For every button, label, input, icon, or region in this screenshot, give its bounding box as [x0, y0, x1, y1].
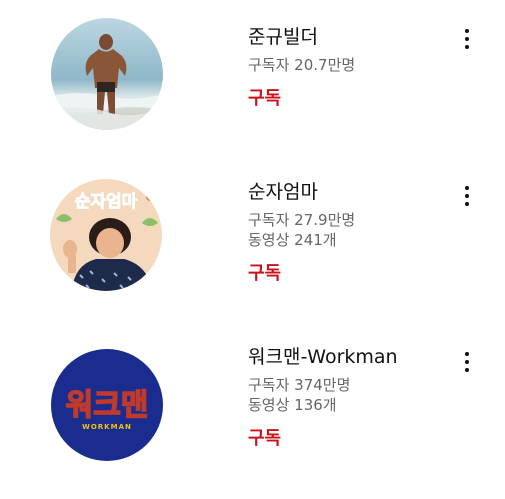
subscriber-count: 구독자 27.9만명	[248, 211, 356, 229]
workman-logo-icon: 워크맨 WORKMAN	[51, 349, 163, 461]
channel-info: 준규빌더 구독자 20.7만명 구독	[248, 25, 355, 111]
channel-name[interactable]: 준규빌더	[248, 25, 355, 49]
video-count: 동영상 136개	[248, 396, 337, 414]
channel-info: 워크맨-Workman 구독자 374만명 동영상 136개 구독	[248, 345, 398, 451]
more-options-icon[interactable]	[459, 26, 475, 52]
woman-waving-photo-icon: 순자엄마	[50, 179, 162, 291]
subscriber-count: 구독자 374만명	[248, 376, 351, 394]
channel-item[interactable]: 워크맨 WORKMAN 워크맨-Workman 구독자 374만명 동영상 13…	[0, 321, 505, 481]
subscriber-count: 구독자 20.7만명	[248, 56, 356, 74]
beach-bodybuilder-photo-icon	[51, 18, 163, 130]
channel-avatar[interactable]: 순자엄마	[50, 179, 162, 291]
channel-item[interactable]: 준규빌더 구독자 20.7만명 구독	[0, 0, 505, 160]
subscribe-button[interactable]: 구독	[248, 262, 281, 286]
video-count: 동영상 241개	[248, 231, 337, 249]
channel-avatar[interactable]	[51, 18, 163, 130]
more-options-icon[interactable]	[459, 349, 475, 375]
channel-name[interactable]: 워크맨-Workman	[248, 345, 398, 369]
avatar-title-text: 순자엄마	[75, 192, 138, 212]
channel-name[interactable]: 순자엄마	[248, 180, 355, 204]
subscribe-button[interactable]: 구독	[248, 427, 281, 451]
channel-avatar[interactable]: 워크맨 WORKMAN	[51, 349, 163, 461]
logo-subtext: WORKMAN	[82, 423, 132, 431]
more-options-icon[interactable]	[459, 183, 475, 209]
channel-item[interactable]: 순자엄마 순자엄마 구독자 27.9만명 동영상 241개 구독	[0, 158, 505, 318]
subscribe-button[interactable]: 구독	[248, 87, 281, 111]
logo-text: 워크맨	[66, 388, 149, 423]
channel-info: 순자엄마 구독자 27.9만명 동영상 241개 구독	[248, 180, 355, 286]
